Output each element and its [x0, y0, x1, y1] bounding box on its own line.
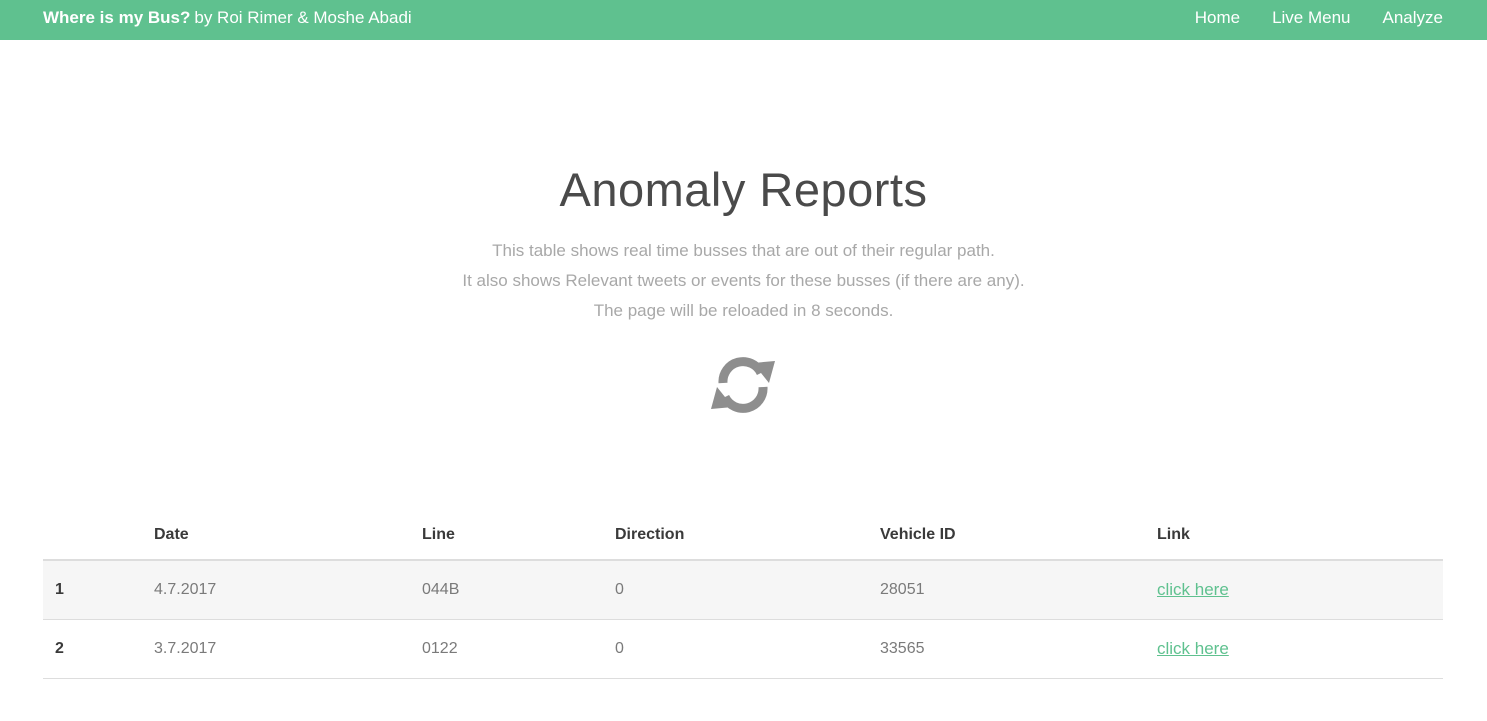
cell-direction: 0	[615, 560, 880, 620]
nav-live-menu[interactable]: Live Menu	[1272, 0, 1350, 40]
col-header-direction: Direction	[615, 511, 880, 561]
nav-home[interactable]: Home	[1195, 0, 1240, 40]
cell-date: 3.7.2017	[154, 619, 422, 679]
click-here-link[interactable]: click here	[1157, 580, 1229, 599]
row-number: 2	[43, 619, 154, 679]
refresh-icon	[711, 357, 775, 413]
description-line-3: The page will be reloaded in 8 seconds.	[593, 301, 894, 320]
col-header-line: Line	[422, 511, 615, 561]
row-number: 1	[43, 560, 154, 620]
col-header-vehicle-id: Vehicle ID	[880, 511, 1157, 561]
col-header-date: Date	[154, 511, 422, 561]
description: This table shows real time busses that a…	[0, 236, 1487, 326]
cell-link: click here	[1157, 560, 1443, 620]
navbar: Where is my Bus? by Roi Rimer & Moshe Aba…	[0, 0, 1487, 40]
cell-date: 4.7.2017	[154, 560, 422, 620]
cell-vehicle-id: 28051	[880, 560, 1157, 620]
click-here-link[interactable]: click here	[1157, 639, 1229, 658]
description-line-1: This table shows real time busses that a…	[492, 241, 995, 260]
hero: Anomaly Reports This table shows real ti…	[0, 160, 1487, 326]
cell-line: 0122	[422, 619, 615, 679]
table-row: 1 4.7.2017 044B 0 28051 click here	[43, 560, 1443, 620]
table-header-row: Date Line Direction Vehicle ID Link	[43, 511, 1443, 561]
table-row: 2 3.7.2017 0122 0 33565 click here	[43, 619, 1443, 679]
page-title: Anomaly Reports	[559, 163, 928, 216]
cell-line: 044B	[422, 560, 615, 620]
brand-authors: by Roi Rimer & Moshe Abadi	[194, 8, 412, 27]
col-header-link: Link	[1157, 511, 1443, 561]
cell-direction: 0	[615, 619, 880, 679]
brand-title: Where is my Bus?	[43, 8, 191, 27]
description-line-2: It also shows Relevant tweets or events …	[462, 271, 1025, 290]
nav-analyze[interactable]: Analyze	[1383, 0, 1443, 40]
nav-links: Home Live Menu Analyze	[1195, 0, 1443, 40]
col-header-index	[43, 511, 154, 561]
anomaly-table: Date Line Direction Vehicle ID Link 1 4.…	[43, 511, 1443, 679]
cell-vehicle-id: 33565	[880, 619, 1157, 679]
cell-link: click here	[1157, 619, 1443, 679]
brand[interactable]: Where is my Bus? by Roi Rimer & Moshe Aba…	[43, 0, 412, 40]
